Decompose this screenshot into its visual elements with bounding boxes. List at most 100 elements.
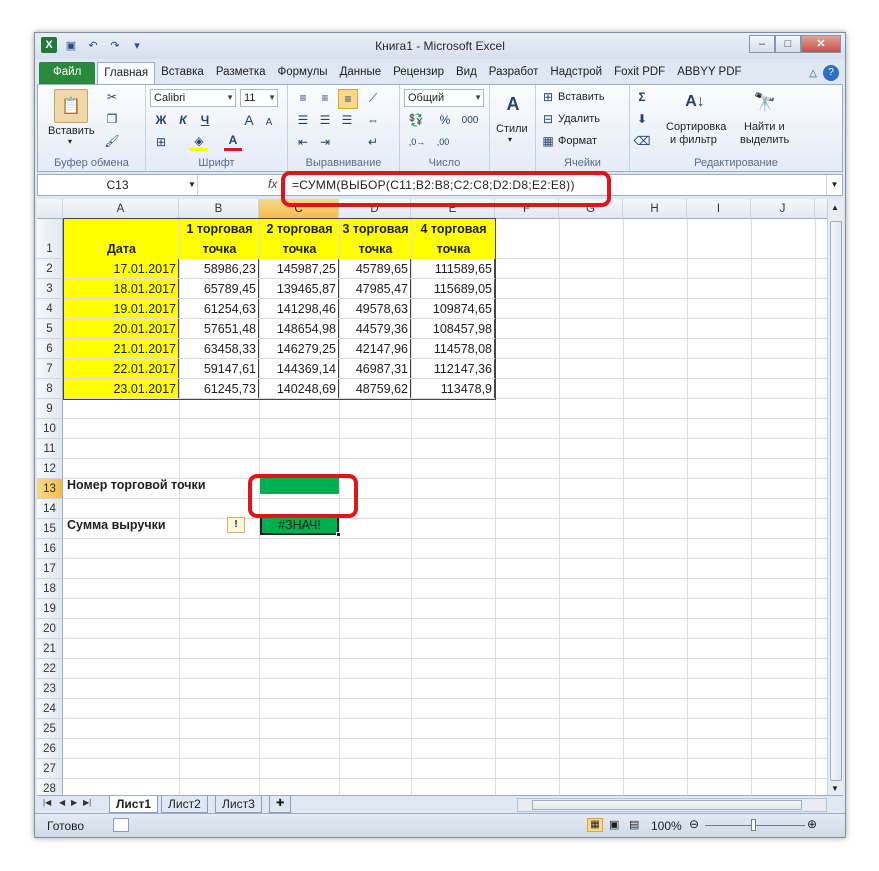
table-cell[interactable]: 140248,69 xyxy=(260,379,339,398)
zoom-out-icon[interactable]: ⊖ xyxy=(689,817,699,831)
column-header[interactable]: H xyxy=(623,199,687,219)
column-header[interactable]: J xyxy=(751,199,815,219)
cell-a11[interactable]: Номер торговой точки xyxy=(65,475,225,495)
styles-dropdown-icon[interactable]: ▾ xyxy=(508,135,512,144)
wrap-text-icon[interactable]: ↵ xyxy=(364,133,382,151)
tab-home[interactable]: Главная xyxy=(97,62,156,84)
row-header[interactable]: 3 xyxy=(37,279,63,299)
styles-icon[interactable]: A xyxy=(498,89,528,119)
row-header[interactable]: 21 xyxy=(37,639,63,659)
table-cell[interactable]: 18.01.2017 xyxy=(64,279,179,298)
increase-decimal-icon[interactable]: ,0→ xyxy=(406,133,428,151)
row-header[interactable]: 7 xyxy=(37,359,63,379)
sheet-tab[interactable]: Лист3 xyxy=(215,796,262,813)
font-size-combo[interactable]: 11 ▼ xyxy=(240,89,278,107)
row-header[interactable]: 24 xyxy=(37,699,63,719)
table-cell[interactable]: 141298,46 xyxy=(260,299,339,318)
cell-c1[interactable]: 2 торговая точка xyxy=(260,219,339,259)
table-cell[interactable]: 45789,65 xyxy=(340,259,411,278)
column-header[interactable]: I xyxy=(687,199,751,219)
row-header[interactable]: 11 xyxy=(37,439,63,459)
cell-c13[interactable]: #ЗНАЧ! xyxy=(260,515,339,535)
row-header[interactable]: 23 xyxy=(37,679,63,699)
underline-button[interactable]: Ч xyxy=(196,111,214,129)
paste-button-label[interactable]: Вставить xyxy=(48,125,95,137)
column-header[interactable]: A xyxy=(63,199,179,219)
font-name-combo[interactable]: Calibri ▼ xyxy=(150,89,236,107)
zoom-slider-thumb[interactable] xyxy=(751,819,756,831)
row-header[interactable]: 27 xyxy=(37,759,63,779)
row-header[interactable]: 28 xyxy=(37,779,63,795)
row-header[interactable]: 15 xyxy=(37,519,63,539)
ribbon-collapse-icon[interactable]: △ xyxy=(809,68,817,79)
page-layout-view-icon[interactable]: ▣ xyxy=(609,818,619,831)
align-middle-icon[interactable]: ≡ xyxy=(316,89,334,107)
table-cell[interactable]: 20.01.2017 xyxy=(64,319,179,338)
format-cells-button[interactable]: Формат xyxy=(558,135,597,147)
paste-dropdown-icon[interactable]: ▾ xyxy=(68,137,72,146)
orientation-icon[interactable]: ⟋ xyxy=(364,89,382,107)
row-header[interactable]: 17 xyxy=(37,559,63,579)
format-painter-icon[interactable]: 🖌 xyxy=(104,133,120,149)
row-header[interactable]: 13 xyxy=(37,479,63,499)
zoom-in-icon[interactable]: ⊕ xyxy=(807,817,817,831)
fill-color-icon[interactable]: ◈ xyxy=(190,133,208,151)
table-cell[interactable]: 146279,25 xyxy=(260,339,339,358)
table-cell[interactable]: 19.01.2017 xyxy=(64,299,179,318)
insert-function-icon[interactable]: fx xyxy=(268,177,277,191)
align-top-icon[interactable]: ≡ xyxy=(294,89,312,107)
help-icon[interactable]: ? xyxy=(823,65,839,81)
cell-b1[interactable]: 1 торговая точка xyxy=(180,219,259,259)
table-cell[interactable]: 61245,73 xyxy=(180,379,259,398)
table-cell[interactable]: 48759,62 xyxy=(340,379,411,398)
tab-addins[interactable]: Надстрой xyxy=(544,62,608,84)
cell-a1[interactable]: Дата xyxy=(64,219,179,259)
column-header[interactable]: B xyxy=(179,199,259,219)
sort-filter-label-2[interactable]: и фильтр xyxy=(670,134,717,146)
row-header[interactable]: 25 xyxy=(37,719,63,739)
zoom-level[interactable]: 100% xyxy=(651,819,682,833)
percent-button[interactable]: % xyxy=(436,111,454,129)
row-header[interactable]: 4 xyxy=(37,299,63,319)
sort-filter-label-1[interactable]: Сортировка xyxy=(666,121,726,133)
table-cell[interactable]: 59147,61 xyxy=(180,359,259,378)
tab-abbyy-pdf[interactable]: ABBYY PDF xyxy=(671,62,747,84)
find-select-label-2[interactable]: выделить xyxy=(740,134,789,146)
row-header[interactable]: 6 xyxy=(37,339,63,359)
horizontal-scroll-thumb[interactable] xyxy=(532,800,802,810)
table-cell[interactable]: 111589,65 xyxy=(412,259,495,278)
copy-icon[interactable]: ❐ xyxy=(104,111,120,127)
table-cell[interactable]: 112147,36 xyxy=(412,359,495,378)
thousands-separator-button[interactable]: 000 xyxy=(458,111,482,129)
sheet-tab[interactable]: Лист1 xyxy=(109,796,159,813)
table-cell[interactable]: 57651,48 xyxy=(180,319,259,338)
align-bottom-icon[interactable]: ≡ xyxy=(338,89,358,109)
table-cell[interactable]: 49578,63 xyxy=(340,299,411,318)
table-cell[interactable]: 47985,47 xyxy=(340,279,411,298)
tab-file[interactable]: Файл xyxy=(39,62,96,84)
last-sheet-icon[interactable]: ▶| xyxy=(83,798,91,807)
scroll-up-icon[interactable]: ▲ xyxy=(831,203,839,212)
tab-data[interactable]: Данные xyxy=(334,62,388,84)
find-select-icon[interactable]: 🔭 xyxy=(750,87,780,117)
font-color-icon[interactable]: A xyxy=(224,131,242,151)
table-cell[interactable]: 114578,08 xyxy=(412,339,495,358)
decrease-decimal-icon[interactable]: ,00 xyxy=(432,133,454,151)
tab-review[interactable]: Рецензир xyxy=(387,62,450,84)
grow-font-button[interactable]: A xyxy=(240,111,258,129)
table-cell[interactable]: 58986,23 xyxy=(180,259,259,278)
table-cell[interactable]: 145987,25 xyxy=(260,259,339,278)
row-header[interactable]: 14 xyxy=(37,499,63,519)
sort-filter-icon[interactable]: A↓ xyxy=(680,87,710,117)
clear-icon[interactable]: ⌫ xyxy=(634,133,651,149)
table-cell[interactable]: 46987,31 xyxy=(340,359,411,378)
decrease-indent-icon[interactable]: ⇤ xyxy=(294,133,312,151)
name-box[interactable]: C13 xyxy=(38,175,198,195)
select-all-corner[interactable] xyxy=(37,199,63,219)
row-header[interactable]: 2 xyxy=(37,259,63,279)
maximize-button[interactable]: □ xyxy=(775,35,801,53)
row-header[interactable]: 16 xyxy=(37,539,63,559)
table-cell[interactable]: 144369,14 xyxy=(260,359,339,378)
delete-cells-button[interactable]: Удалить xyxy=(558,113,600,125)
table-cell[interactable]: 21.01.2017 xyxy=(64,339,179,358)
